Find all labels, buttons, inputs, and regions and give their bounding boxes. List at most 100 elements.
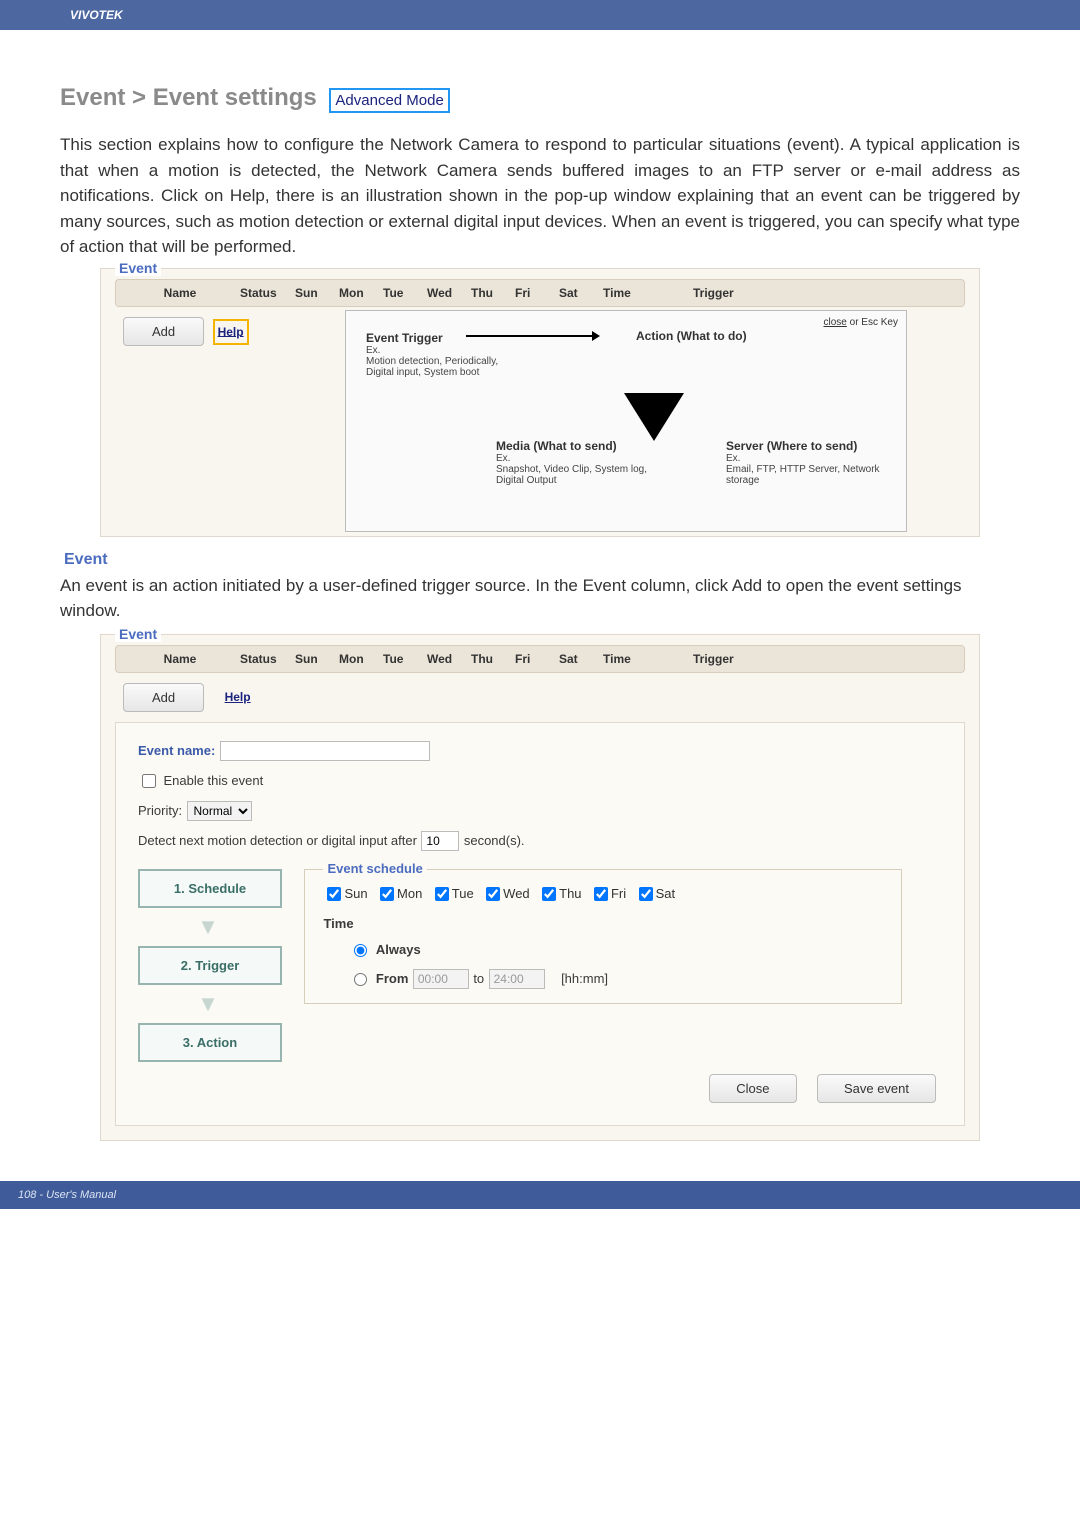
detect-label-pre: Detect next motion detection or digital … xyxy=(138,833,417,848)
from-time-input[interactable] xyxy=(413,969,469,989)
title-text: Event > Event settings xyxy=(60,84,317,111)
col-tue: Tue xyxy=(383,286,427,300)
day-wed-checkbox[interactable] xyxy=(486,887,500,901)
col-status: Status xyxy=(240,286,295,300)
day-sat-label: Sat xyxy=(656,886,676,901)
always-label: Always xyxy=(376,942,421,957)
col-wed: Wed xyxy=(427,286,471,300)
to-label: to xyxy=(473,971,484,986)
col2-name: Name xyxy=(120,652,240,666)
day-tue-checkbox[interactable] xyxy=(435,887,449,901)
col2-sat: Sat xyxy=(559,652,603,666)
enable-event-label: Enable this event xyxy=(163,773,263,788)
tab-spacer xyxy=(0,30,1080,54)
page-content: Event > Event settings Advanced Mode Thi… xyxy=(0,54,1080,1181)
event-table-header-2: Name Status Sun Mon Tue Wed Thu Fri Sat … xyxy=(115,645,965,673)
event-name-input[interactable] xyxy=(220,741,430,761)
media-title: Media (What to send) xyxy=(496,439,666,453)
media-text: Snapshot, Video Clip, System log, Digita… xyxy=(496,464,666,486)
step-action[interactable]: 3. Action xyxy=(138,1023,282,1062)
event-table-header-1: Name Status Sun Mon Tue Wed Thu Fri Sat … xyxy=(115,279,965,307)
col-name: Name xyxy=(120,286,240,300)
col2-mon: Mon xyxy=(339,652,383,666)
brand-bar: VIVOTEK xyxy=(0,0,1080,30)
server-ex: Ex. xyxy=(726,453,896,464)
close-button[interactable]: Close xyxy=(709,1074,796,1103)
day-sat-checkbox[interactable] xyxy=(639,887,653,901)
col-trigger: Trigger xyxy=(693,286,803,300)
col2-fri: Fri xyxy=(515,652,559,666)
day-sun-checkbox[interactable] xyxy=(327,887,341,901)
arrow-down-2-icon: ▼ xyxy=(138,991,278,1017)
day-mon-checkbox[interactable] xyxy=(380,887,394,901)
day-fri-label: Fri xyxy=(611,886,626,901)
action-triangle xyxy=(624,393,684,441)
col2-wed: Wed xyxy=(427,652,471,666)
event-fieldset-2: Event Name Status Sun Mon Tue Wed Thu Fr… xyxy=(100,634,980,1141)
day-sun-label: Sun xyxy=(344,886,367,901)
day-fri-checkbox[interactable] xyxy=(594,887,608,901)
button-row: Close Save event xyxy=(138,1062,942,1107)
intro-paragraph: This section explains how to configure t… xyxy=(60,132,1020,260)
enable-event-checkbox[interactable] xyxy=(142,774,156,788)
event-config-wrapper: Event Name Status Sun Mon Tue Wed Thu Fr… xyxy=(100,634,980,1141)
event-legend-2: Event xyxy=(115,626,161,642)
page-footer: 108 - User's Manual xyxy=(0,1181,1080,1209)
day-tue-label: Tue xyxy=(452,886,474,901)
help-popup: close or Esc Key Event Trigger Ex. Motio… xyxy=(345,310,907,532)
add-button-1[interactable]: Add xyxy=(123,317,204,346)
close-suffix: or Esc Key xyxy=(847,317,898,328)
priority-label: Priority: xyxy=(138,803,182,818)
schedule-fieldset: Event schedule Sun Mon Tue Wed Thu Fri S… xyxy=(304,869,902,1004)
page-title: Event > Event settings Advanced Mode xyxy=(60,84,1020,112)
arrow-down-1-icon: ▼ xyxy=(138,914,278,940)
col-time: Time xyxy=(603,286,693,300)
priority-select[interactable]: Normal xyxy=(187,801,252,821)
event-trigger-title: Event Trigger xyxy=(366,331,506,345)
col-thu: Thu xyxy=(471,286,515,300)
event-name-label: Event name: xyxy=(138,743,215,758)
event-fieldset-1: Event Name Status Sun Mon Tue Wed Thu Fr… xyxy=(100,268,980,537)
col2-tue: Tue xyxy=(383,652,427,666)
step-schedule-row: 1. Schedule ▼ 2. Trigger ▼ 3. Action Eve… xyxy=(138,869,942,1062)
event-settings-panel: Event name: Enable this event Priority: … xyxy=(115,722,965,1126)
event-section-label: Event xyxy=(64,551,108,569)
day-thu-checkbox[interactable] xyxy=(542,887,556,901)
step-trigger[interactable]: 2. Trigger xyxy=(138,946,282,985)
mode-badge: Advanced Mode xyxy=(329,88,449,113)
to-time-input[interactable] xyxy=(489,969,545,989)
help-link[interactable]: Help xyxy=(218,324,244,338)
add-button-2[interactable]: Add xyxy=(123,683,204,712)
time-label: Time xyxy=(323,916,883,931)
brand-text: VIVOTEK xyxy=(70,8,123,22)
event-trigger-text: Motion detection, Periodically, Digital … xyxy=(366,356,506,378)
col2-status: Status xyxy=(240,652,295,666)
hhmm-label: [hh:mm] xyxy=(561,971,608,986)
day-wed-label: Wed xyxy=(503,886,530,901)
schedule-legend: Event schedule xyxy=(323,861,426,876)
col-mon: Mon xyxy=(339,286,383,300)
day-thu-label: Thu xyxy=(559,886,581,901)
save-event-button[interactable]: Save event xyxy=(817,1074,936,1103)
event-legend-1: Event xyxy=(115,260,161,276)
server-title: Server (Where to send) xyxy=(726,439,896,453)
action-title: Action (What to do) xyxy=(636,329,747,343)
arrow-trigger-action xyxy=(466,335,596,337)
from-label: From xyxy=(376,971,409,986)
col2-thu: Thu xyxy=(471,652,515,666)
col-sun: Sun xyxy=(295,286,339,300)
server-text: Email, FTP, HTTP Server, Network storage xyxy=(726,464,896,486)
help-close[interactable]: close or Esc Key xyxy=(824,317,899,328)
always-radio[interactable] xyxy=(354,944,367,957)
event-trigger-ex: Ex. xyxy=(366,345,506,356)
detect-label-post: second(s). xyxy=(464,833,525,848)
close-word: close xyxy=(824,317,847,328)
help-link-2[interactable]: Help xyxy=(225,690,251,704)
day-mon-label: Mon xyxy=(397,886,422,901)
col2-trigger: Trigger xyxy=(693,652,803,666)
col2-sun: Sun xyxy=(295,652,339,666)
detect-input[interactable] xyxy=(421,831,459,851)
col-sat: Sat xyxy=(559,286,603,300)
from-radio[interactable] xyxy=(354,973,367,986)
step-schedule[interactable]: 1. Schedule xyxy=(138,869,282,908)
